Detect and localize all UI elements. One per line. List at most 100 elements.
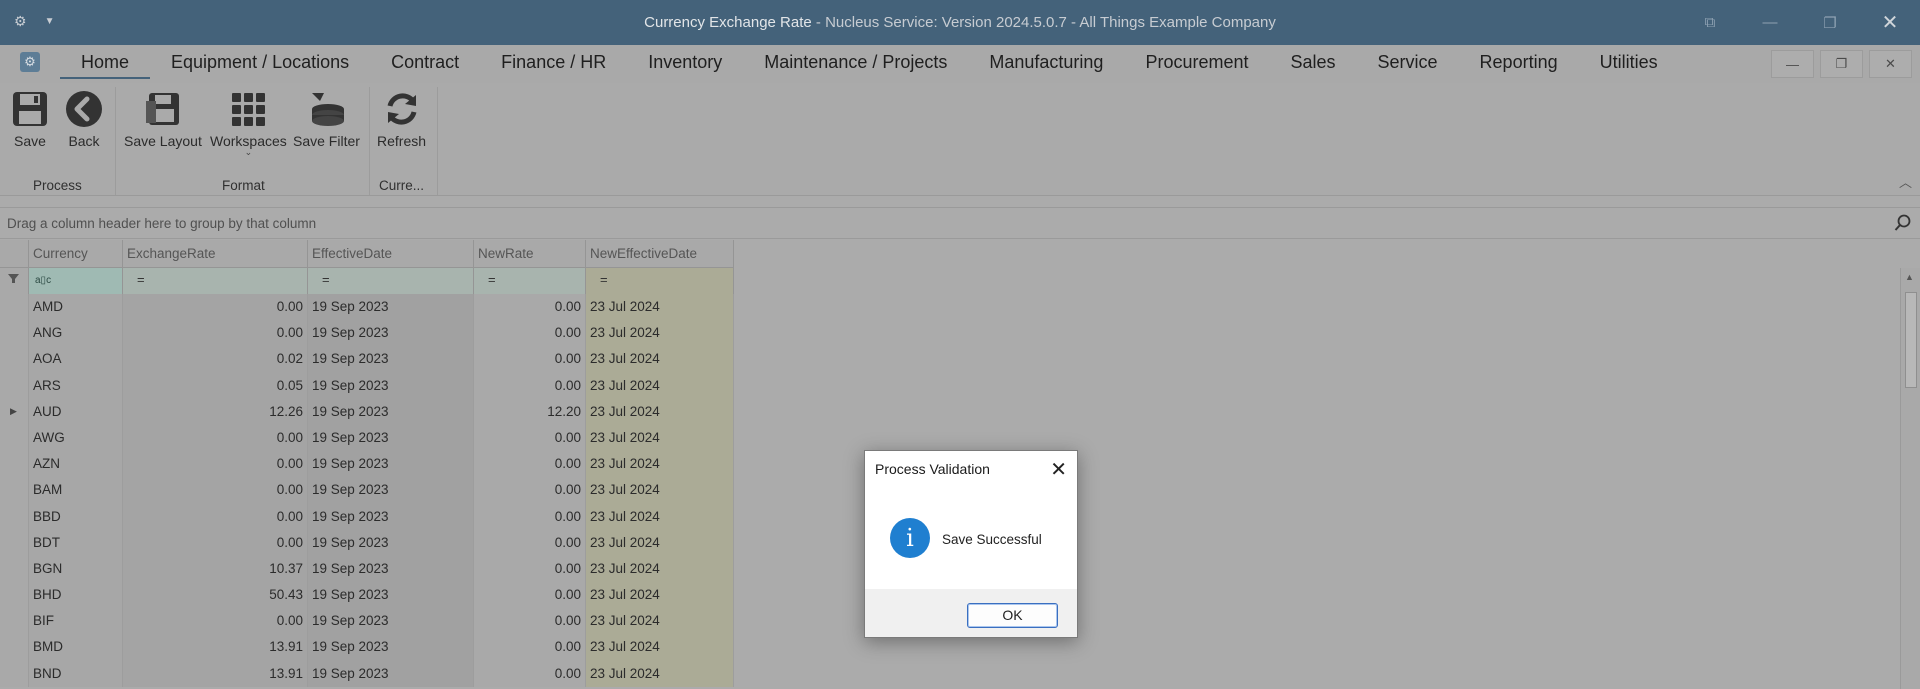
maximize-button[interactable]: ❐ <box>1800 0 1860 45</box>
cell-currency[interactable]: ANG <box>29 320 123 347</box>
filter-currency[interactable]: a▯c <box>29 268 123 294</box>
cell-currency[interactable]: BIF <box>29 608 123 635</box>
cell-currency[interactable]: BAM <box>29 477 123 504</box>
table-row[interactable]: ARS 0.05 19 Sep 2023 0.00 23 Jul 2024 <box>0 372 734 399</box>
table-row[interactable]: BGN 10.37 19 Sep 2023 0.00 23 Jul 2024 <box>0 555 734 583</box>
cell-currency[interactable]: BHD <box>29 582 123 609</box>
cell-exchange-rate[interactable]: 13.91 <box>123 660 308 687</box>
cell-new-effective-date[interactable]: 23 Jul 2024 <box>586 582 734 609</box>
cell-effective-date[interactable]: 19 Sep 2023 <box>308 529 474 556</box>
column-header-currency[interactable]: Currency <box>29 240 123 268</box>
table-row[interactable]: AMD 0.00 19 Sep 2023 0.00 23 Jul 2024 <box>0 294 734 321</box>
row-indicator[interactable] <box>0 294 29 321</box>
table-row[interactable]: AZN 0.00 19 Sep 2023 0.00 23 Jul 2024 <box>0 451 734 478</box>
cell-new-rate[interactable]: 0.00 <box>474 477 586 504</box>
cell-currency[interactable]: AMD <box>29 294 123 321</box>
cell-effective-date[interactable]: 19 Sep 2023 <box>308 294 474 321</box>
cell-new-rate[interactable]: 0.00 <box>474 503 586 530</box>
cell-currency[interactable]: AZN <box>29 451 123 478</box>
table-row[interactable]: ▶ AUD 12.26 19 Sep 2023 12.20 23 Jul 2024 <box>0 398 734 425</box>
cell-exchange-rate[interactable]: 0.00 <box>123 503 308 530</box>
cell-exchange-rate[interactable]: 0.00 <box>123 608 308 635</box>
cell-currency[interactable]: AUD <box>29 398 123 425</box>
cell-currency[interactable]: ARS <box>29 372 123 399</box>
menu-tab-reporting[interactable]: Reporting <box>1459 53 1579 79</box>
cell-new-effective-date[interactable]: 23 Jul 2024 <box>586 503 734 530</box>
cell-new-rate[interactable]: 0.00 <box>474 608 586 635</box>
cell-effective-date[interactable]: 19 Sep 2023 <box>308 320 474 347</box>
cell-effective-date[interactable]: 19 Sep 2023 <box>308 398 474 425</box>
table-row[interactable]: BHD 50.43 19 Sep 2023 0.00 23 Jul 2024 <box>0 582 734 609</box>
dialog-close-icon[interactable]: ✕ <box>1050 457 1067 482</box>
cell-new-effective-date[interactable]: 23 Jul 2024 <box>586 634 734 661</box>
cell-new-effective-date[interactable]: 23 Jul 2024 <box>586 424 734 452</box>
filter-exchange-rate[interactable]: = <box>123 268 308 294</box>
cell-new-effective-date[interactable]: 23 Jul 2024 <box>586 529 734 556</box>
cell-effective-date[interactable]: 19 Sep 2023 <box>308 660 474 687</box>
doc-restore-button[interactable]: ❐ <box>1820 50 1863 78</box>
row-indicator[interactable] <box>0 555 29 583</box>
cell-new-effective-date[interactable]: 23 Jul 2024 <box>586 294 734 321</box>
cell-new-rate[interactable]: 0.00 <box>474 294 586 321</box>
workspaces-button[interactable]: Workspaces ⌄ <box>210 87 287 158</box>
table-row[interactable]: BAM 0.00 19 Sep 2023 0.00 23 Jul 2024 <box>0 477 734 504</box>
table-row[interactable]: BIF 0.00 19 Sep 2023 0.00 23 Jul 2024 <box>0 608 734 635</box>
row-indicator[interactable] <box>0 424 29 452</box>
filter-new-rate[interactable]: = <box>474 268 586 294</box>
menu-tab-equipment-locations[interactable]: Equipment / Locations <box>150 53 370 79</box>
cell-new-effective-date[interactable]: 23 Jul 2024 <box>586 477 734 504</box>
scrollbar-thumb[interactable] <box>1905 292 1917 388</box>
cell-currency[interactable]: BDT <box>29 529 123 556</box>
cell-exchange-rate[interactable]: 12.26 <box>123 398 308 425</box>
cell-currency[interactable]: BBD <box>29 503 123 530</box>
menu-tab-manufacturing[interactable]: Manufacturing <box>968 53 1124 79</box>
cell-new-rate[interactable]: 0.00 <box>474 320 586 347</box>
column-header-new-effective-date[interactable]: NewEffectiveDate <box>586 240 734 268</box>
menu-tab-home[interactable]: Home <box>60 53 151 79</box>
cell-exchange-rate[interactable]: 0.05 <box>123 372 308 399</box>
menu-tab-contract[interactable]: Contract <box>370 53 480 79</box>
cell-exchange-rate[interactable]: 0.00 <box>123 320 308 347</box>
table-row[interactable]: BDT 0.00 19 Sep 2023 0.00 23 Jul 2024 <box>0 529 734 556</box>
cell-new-effective-date[interactable]: 23 Jul 2024 <box>586 346 734 373</box>
cell-effective-date[interactable]: 19 Sep 2023 <box>308 424 474 452</box>
cell-effective-date[interactable]: 19 Sep 2023 <box>308 634 474 661</box>
close-button[interactable]: ✕ <box>1860 0 1920 45</box>
cell-exchange-rate[interactable]: 13.91 <box>123 634 308 661</box>
cell-new-rate[interactable]: 0.00 <box>474 372 586 399</box>
cell-effective-date[interactable]: 19 Sep 2023 <box>308 346 474 373</box>
cell-new-effective-date[interactable]: 23 Jul 2024 <box>586 660 734 687</box>
cell-new-effective-date[interactable]: 23 Jul 2024 <box>586 398 734 425</box>
cell-new-effective-date[interactable]: 23 Jul 2024 <box>586 372 734 399</box>
menu-tab-procurement[interactable]: Procurement <box>1124 53 1269 79</box>
row-indicator[interactable] <box>0 320 29 347</box>
cell-currency[interactable]: BND <box>29 660 123 687</box>
row-indicator[interactable] <box>0 372 29 399</box>
column-header-new-rate[interactable]: NewRate <box>474 240 586 268</box>
column-header-effective-date[interactable]: EffectiveDate <box>308 240 474 268</box>
table-row[interactable]: BND 13.91 19 Sep 2023 0.00 23 Jul 2024 <box>0 660 734 687</box>
cell-exchange-rate[interactable]: 0.00 <box>123 294 308 321</box>
cell-exchange-rate[interactable]: 0.00 <box>123 424 308 452</box>
cell-new-effective-date[interactable]: 23 Jul 2024 <box>586 608 734 635</box>
row-indicator[interactable] <box>0 503 29 530</box>
cell-new-rate[interactable]: 0.00 <box>474 582 586 609</box>
save-filter-button[interactable]: Save Filter <box>293 87 360 149</box>
doc-close-button[interactable]: ✕ <box>1869 50 1912 78</box>
menu-tab-sales[interactable]: Sales <box>1269 53 1356 79</box>
cell-exchange-rate[interactable]: 0.02 <box>123 346 308 373</box>
refresh-button[interactable]: Refresh <box>377 87 426 149</box>
cell-exchange-rate[interactable]: 0.00 <box>123 451 308 478</box>
app-menu-icon[interactable]: ⚙ <box>20 52 40 72</box>
cell-new-rate[interactable]: 0.00 <box>474 529 586 556</box>
row-indicator[interactable] <box>0 477 29 504</box>
cell-exchange-rate[interactable]: 10.37 <box>123 555 308 583</box>
cell-effective-date[interactable]: 19 Sep 2023 <box>308 608 474 635</box>
cell-new-effective-date[interactable]: 23 Jul 2024 <box>586 451 734 478</box>
cell-effective-date[interactable]: 19 Sep 2023 <box>308 477 474 504</box>
minimize-button[interactable]: — <box>1740 0 1800 45</box>
scroll-up-icon[interactable]: ▲ <box>1905 272 1914 282</box>
cell-new-rate[interactable]: 0.00 <box>474 346 586 373</box>
table-row[interactable]: ANG 0.00 19 Sep 2023 0.00 23 Jul 2024 <box>0 320 734 347</box>
cell-currency[interactable]: AWG <box>29 424 123 452</box>
